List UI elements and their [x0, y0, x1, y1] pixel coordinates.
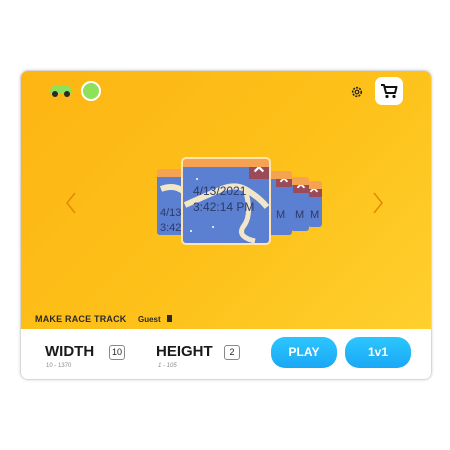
card-time: 3:42: [160, 222, 182, 234]
height-range: 1 - 105: [158, 363, 177, 369]
card-time-fragment: M: [310, 209, 320, 221]
card-time-fragment: M: [295, 209, 305, 221]
car-icon[interactable]: [47, 81, 75, 99]
track-card-1[interactable]: M ✕: [268, 171, 292, 235]
track-card-selected[interactable]: 4/13/2021 3:42:14 PM ✕: [183, 159, 269, 243]
shop-cart-button[interactable]: [375, 77, 403, 105]
gear-icon[interactable]: [350, 85, 364, 99]
game-frame: M ✕ M ✕ M ✕ 4/13 3:42 4/13/2021 3:42:14 …: [20, 70, 432, 380]
delete-track-button[interactable]: ✕: [308, 189, 322, 197]
width-label: WIDTH: [45, 343, 95, 360]
chevron-right-icon[interactable]: [372, 191, 384, 215]
track-card-3[interactable]: M ✕: [308, 181, 322, 227]
card-time: 3:42:14 PM: [193, 200, 255, 214]
delete-track-button[interactable]: ✕: [249, 167, 269, 179]
width-range: 10 - 1370: [46, 363, 72, 369]
card-date: 4/13: [160, 207, 182, 219]
height-input[interactable]: 2: [224, 345, 240, 360]
game-area: M ✕ M ✕ M ✕ 4/13 3:42 4/13/2021 3:42:14 …: [21, 71, 431, 329]
card-date: 4/13/2021: [193, 184, 247, 198]
user-name: Guest: [138, 315, 161, 324]
flag-icon: [167, 315, 172, 322]
make-race-track-link[interactable]: MAKE RACE TRACK: [35, 314, 127, 324]
track-card-2[interactable]: M ✕: [291, 177, 309, 231]
height-label: HEIGHT: [156, 343, 213, 360]
settings-bar: WIDTH 10 10 - 1370 HEIGHT 2 1 - 105 PLAY…: [21, 329, 431, 379]
chevron-left-icon[interactable]: [65, 191, 77, 215]
profile-icon[interactable]: [81, 81, 101, 101]
versus-button[interactable]: 1v1: [345, 337, 411, 368]
play-button[interactable]: PLAY: [271, 337, 337, 368]
delete-track-button[interactable]: ✕: [276, 179, 292, 187]
cart-icon: [381, 84, 398, 99]
delete-track-button[interactable]: ✕: [293, 185, 309, 193]
width-input[interactable]: 10: [109, 345, 125, 360]
card-time-fragment: M: [276, 209, 286, 221]
